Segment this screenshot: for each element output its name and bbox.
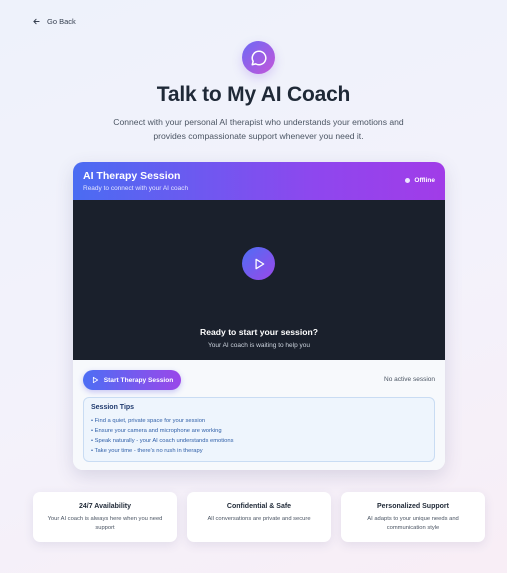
go-back-label: Go Back [47,17,76,26]
feature-description: AI adapts to your unique needs and commu… [367,516,459,531]
video-title: Ready to start your session? [200,327,318,337]
status-label: Offline [414,177,435,184]
tips-title: Session Tips [91,404,135,411]
status-dot-icon [405,178,411,183]
play-icon [92,376,98,384]
tip-item: Ensure your camera and microphone are wo… [91,426,427,436]
feature-card-availability: 24/7 Availability Your AI coach is alway… [33,492,177,542]
feature-title: Personalized Support [377,503,449,510]
feature-description: Your AI coach is always here when you ne… [47,516,163,531]
feature-title: Confidential & Safe [226,503,292,510]
arrow-left-icon [33,18,40,25]
feature-card-personalized: Personalized Support AI adapts to your u… [341,492,485,542]
tip-item: Find a quiet, private space for your ses… [91,416,427,426]
feature-card-confidential: Confidential & Safe All conversations ar… [187,492,331,542]
tip-item: Take your time - there's no rush in ther… [91,446,427,456]
play-icon [254,258,264,269]
tips-list: Find a quiet, private space for your ses… [91,416,427,456]
tip-item: Speak naturally - your AI coach understa… [91,436,427,446]
status-badge: Offline [405,177,435,184]
play-button[interactable] [242,247,275,280]
session-tips-panel: Session Tips Find a quiet, private space… [83,397,435,462]
therapy-session-card: AI Therapy Session Ready to connect with… [73,162,445,470]
go-back-link[interactable]: Go Back [32,17,76,26]
start-session-button[interactable]: Start Therapy Session [83,370,181,390]
feature-title: 24/7 Availability [78,503,131,510]
session-card-title: AI Therapy Session [83,170,181,182]
video-area: Ready to start your session? Your AI coa… [73,200,445,360]
session-card-subtitle: Ready to connect with your AI coach [83,185,189,192]
session-card-header: AI Therapy Session Ready to connect with… [73,162,445,200]
feature-description: All conversations are private and secure [207,516,311,522]
session-controls: Start Therapy Session No active session … [73,360,445,470]
app-logo [242,41,275,74]
start-session-label: Start Therapy Session [103,376,174,384]
video-subtitle: Your AI coach is waiting to help you [207,342,311,349]
page-subtitle: Connect with your personal AI therapist … [113,117,404,141]
page-title: Talk to My AI Coach [156,83,351,106]
chat-bubble-icon [251,49,267,65]
session-state-text: No active session [384,376,435,383]
